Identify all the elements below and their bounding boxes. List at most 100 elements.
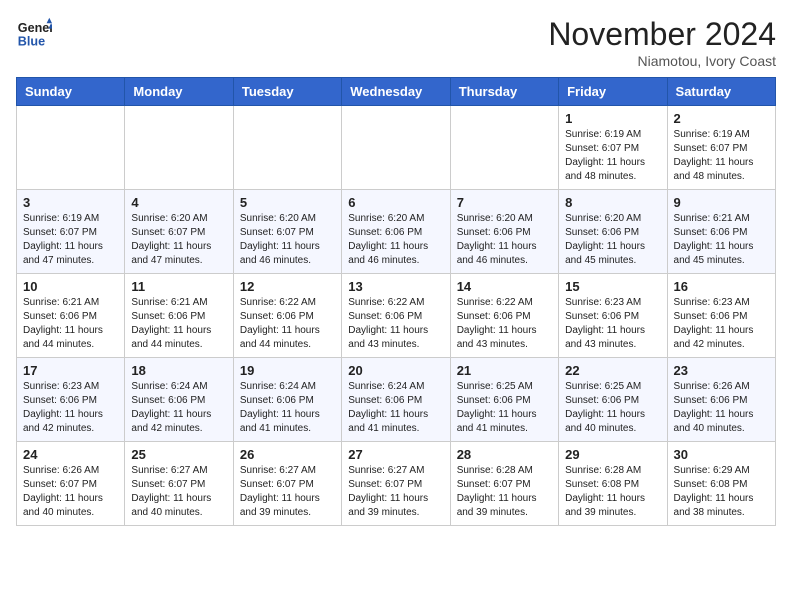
calendar-cell [450,106,558,190]
calendar-cell: 4 Sunrise: 6:20 AM Sunset: 6:07 PM Daylig… [125,190,233,274]
day-number: 27 [348,447,443,462]
calendar-cell: 26 Sunrise: 6:27 AM Sunset: 6:07 PM Dayli… [233,442,341,526]
weekday-header-row: SundayMondayTuesdayWednesdayThursdayFrid… [17,78,776,106]
calendar-cell: 28 Sunrise: 6:28 AM Sunset: 6:07 PM Dayli… [450,442,558,526]
calendar-cell: 27 Sunrise: 6:27 AM Sunset: 6:07 PM Dayli… [342,442,450,526]
calendar-week-3: 10 Sunrise: 6:21 AM Sunset: 6:06 PM Dayli… [17,274,776,358]
calendar-cell: 14Sunrise: 6:22 AM Sunset: 6:06 PM Dayli… [450,274,558,358]
calendar-cell: 20 Sunrise: 6:24 AM Sunset: 6:06 PM Dayli… [342,358,450,442]
day-number: 21 [457,363,552,378]
day-info: Sunrise: 6:19 AM Sunset: 6:07 PM Dayligh… [23,212,118,268]
day-number: 11 [131,279,226,294]
day-info: Sunrise: 6:24 AM Sunset: 6:06 PM Dayligh… [131,380,226,436]
calendar-week-1: 1 Sunrise: 6:19 AM Sunset: 6:07 PM Daylig… [17,106,776,190]
calendar-cell: 24 Sunrise: 6:26 AM Sunset: 6:07 PM Dayli… [17,442,125,526]
day-info: Sunrise: 6:27 AM Sunset: 6:07 PM Dayligh… [131,464,226,520]
title-block: November 2024 Niamotou, Ivory Coast [548,16,776,69]
day-info: Sunrise: 6:24 AM Sunset: 6:06 PM Dayligh… [348,380,443,436]
day-info: Sunrise: 6:28 AM Sunset: 6:08 PM Dayligh… [565,464,660,520]
day-number: 19 [240,363,335,378]
day-info: Sunrise: 6:23 AM Sunset: 6:06 PM Dayligh… [565,296,660,352]
day-number: 5 [240,195,335,210]
day-number: 10 [23,279,118,294]
day-info: Sunrise: 6:29 AM Sunset: 6:08 PM Dayligh… [674,464,769,520]
day-info: Sunrise: 6:25 AM Sunset: 6:06 PM Dayligh… [457,380,552,436]
day-number: 24 [23,447,118,462]
calendar-cell: 1 Sunrise: 6:19 AM Sunset: 6:07 PM Daylig… [559,106,667,190]
day-info: Sunrise: 6:27 AM Sunset: 6:07 PM Dayligh… [348,464,443,520]
day-info: Sunrise: 6:20 AM Sunset: 6:07 PM Dayligh… [240,212,335,268]
day-number: 29 [565,447,660,462]
weekday-header-sunday: Sunday [17,78,125,106]
day-info: Sunrise: 6:21 AM Sunset: 6:06 PM Dayligh… [23,296,118,352]
day-number: 30 [674,447,769,462]
day-number: 28 [457,447,552,462]
calendar-cell [233,106,341,190]
month-title: November 2024 [548,16,776,53]
day-info: Sunrise: 6:26 AM Sunset: 6:06 PM Dayligh… [674,380,769,436]
day-info: Sunrise: 6:20 AM Sunset: 6:07 PM Dayligh… [131,212,226,268]
weekday-header-wednesday: Wednesday [342,78,450,106]
day-info: Sunrise: 6:28 AM Sunset: 6:07 PM Dayligh… [457,464,552,520]
day-number: 6 [348,195,443,210]
day-number: 14 [457,279,552,294]
day-info: Sunrise: 6:27 AM Sunset: 6:07 PM Dayligh… [240,464,335,520]
calendar-cell [342,106,450,190]
calendar-cell: 12 Sunrise: 6:22 AM Sunset: 6:06 PM Dayli… [233,274,341,358]
day-info: Sunrise: 6:21 AM Sunset: 6:06 PM Dayligh… [131,296,226,352]
logo: General Blue [16,16,52,52]
weekday-header-tuesday: Tuesday [233,78,341,106]
day-number: 25 [131,447,226,462]
day-number: 13 [348,279,443,294]
logo-icon: General Blue [16,16,52,52]
day-number: 26 [240,447,335,462]
day-number: 4 [131,195,226,210]
day-number: 3 [23,195,118,210]
calendar-cell: 10 Sunrise: 6:21 AM Sunset: 6:06 PM Dayli… [17,274,125,358]
calendar-cell: 29 Sunrise: 6:28 AM Sunset: 6:08 PM Dayli… [559,442,667,526]
calendar-cell [17,106,125,190]
calendar-cell: 11 Sunrise: 6:21 AM Sunset: 6:06 PM Dayli… [125,274,233,358]
svg-text:General: General [18,21,52,35]
calendar-cell: 17Sunrise: 6:23 AM Sunset: 6:06 PM Dayli… [17,358,125,442]
day-number: 20 [348,363,443,378]
day-number: 18 [131,363,226,378]
day-info: Sunrise: 6:23 AM Sunset: 6:06 PM Dayligh… [23,380,118,436]
calendar-week-2: 3 Sunrise: 6:19 AM Sunset: 6:07 PM Daylig… [17,190,776,274]
calendar-cell: 5 Sunrise: 6:20 AM Sunset: 6:07 PM Daylig… [233,190,341,274]
day-number: 22 [565,363,660,378]
day-info: Sunrise: 6:20 AM Sunset: 6:06 PM Dayligh… [348,212,443,268]
day-info: Sunrise: 6:22 AM Sunset: 6:06 PM Dayligh… [240,296,335,352]
calendar-cell: 21 Sunrise: 6:25 AM Sunset: 6:06 PM Dayli… [450,358,558,442]
location: Niamotou, Ivory Coast [548,53,776,69]
day-number: 1 [565,111,660,126]
calendar-cell: 7Sunrise: 6:20 AM Sunset: 6:06 PM Daylig… [450,190,558,274]
calendar-week-4: 17Sunrise: 6:23 AM Sunset: 6:06 PM Dayli… [17,358,776,442]
day-info: Sunrise: 6:19 AM Sunset: 6:07 PM Dayligh… [565,128,660,184]
weekday-header-thursday: Thursday [450,78,558,106]
day-info: Sunrise: 6:21 AM Sunset: 6:06 PM Dayligh… [674,212,769,268]
calendar-cell: 25 Sunrise: 6:27 AM Sunset: 6:07 PM Dayli… [125,442,233,526]
day-number: 15 [565,279,660,294]
day-info: Sunrise: 6:25 AM Sunset: 6:06 PM Dayligh… [565,380,660,436]
calendar-cell: 6 Sunrise: 6:20 AM Sunset: 6:06 PM Daylig… [342,190,450,274]
calendar-cell: 15 Sunrise: 6:23 AM Sunset: 6:06 PM Dayli… [559,274,667,358]
day-info: Sunrise: 6:23 AM Sunset: 6:06 PM Dayligh… [674,296,769,352]
calendar-cell: 3 Sunrise: 6:19 AM Sunset: 6:07 PM Daylig… [17,190,125,274]
calendar-table: SundayMondayTuesdayWednesdayThursdayFrid… [16,77,776,526]
weekday-header-friday: Friday [559,78,667,106]
calendar-cell: 13 Sunrise: 6:22 AM Sunset: 6:06 PM Dayli… [342,274,450,358]
day-number: 9 [674,195,769,210]
weekday-header-monday: Monday [125,78,233,106]
day-info: Sunrise: 6:22 AM Sunset: 6:06 PM Dayligh… [348,296,443,352]
calendar-cell: 2Sunrise: 6:19 AM Sunset: 6:07 PM Daylig… [667,106,775,190]
calendar-cell: 19 Sunrise: 6:24 AM Sunset: 6:06 PM Dayli… [233,358,341,442]
calendar-week-5: 24 Sunrise: 6:26 AM Sunset: 6:07 PM Dayli… [17,442,776,526]
svg-text:Blue: Blue [18,35,45,49]
calendar-cell: 18 Sunrise: 6:24 AM Sunset: 6:06 PM Dayli… [125,358,233,442]
calendar-cell: 16Sunrise: 6:23 AM Sunset: 6:06 PM Dayli… [667,274,775,358]
calendar-cell: 23Sunrise: 6:26 AM Sunset: 6:06 PM Dayli… [667,358,775,442]
day-info: Sunrise: 6:26 AM Sunset: 6:07 PM Dayligh… [23,464,118,520]
day-info: Sunrise: 6:24 AM Sunset: 6:06 PM Dayligh… [240,380,335,436]
day-number: 12 [240,279,335,294]
